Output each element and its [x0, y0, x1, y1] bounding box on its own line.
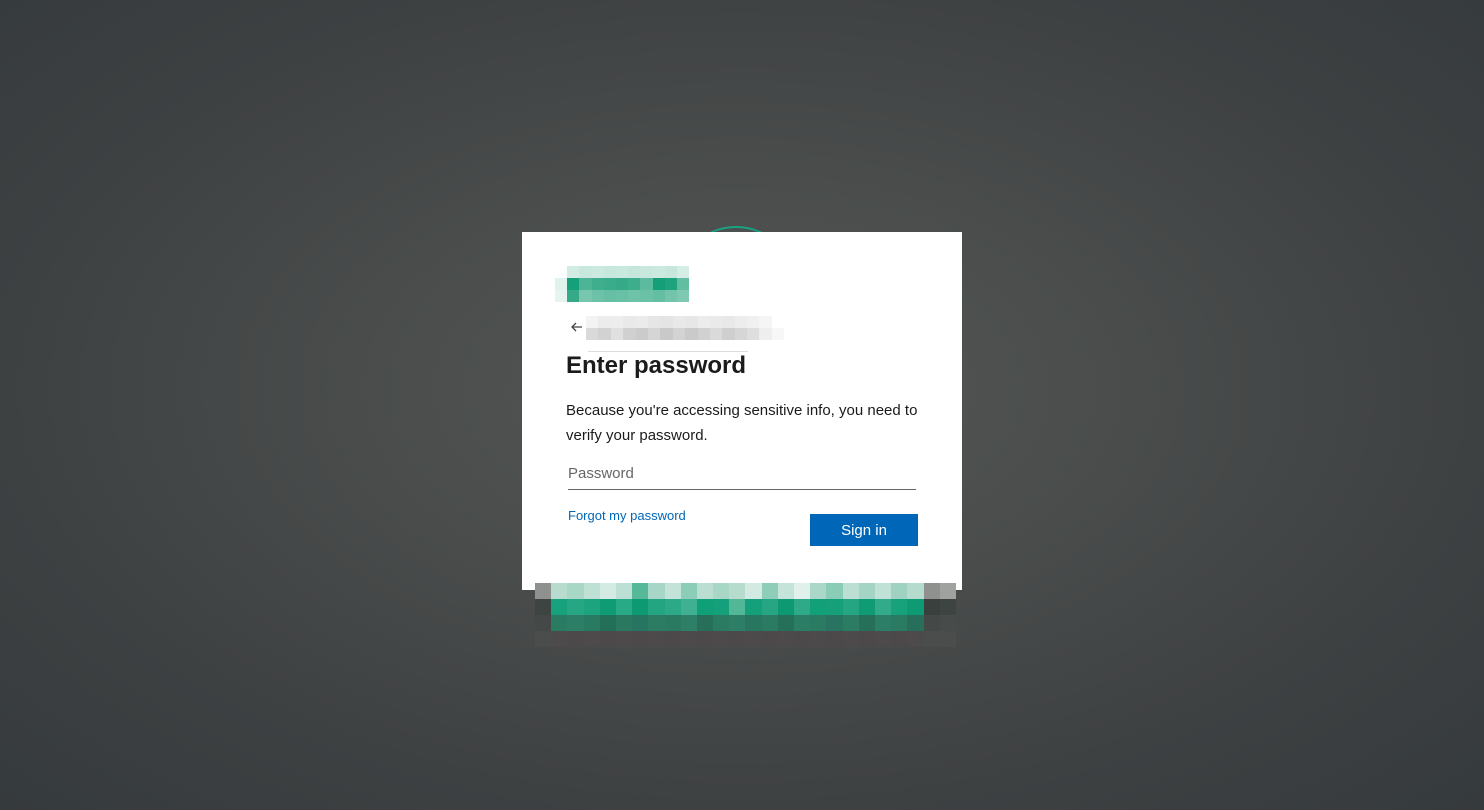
account-email-redacted [586, 316, 785, 340]
forgot-password-link[interactable]: Forgot my password [568, 508, 686, 523]
brand-banner-redacted [535, 583, 956, 647]
password-input[interactable] [568, 458, 916, 490]
page-description: Because you're accessing sensitive info,… [566, 402, 918, 444]
arrow-left-icon[interactable] [570, 320, 584, 334]
account-back-row[interactable] [566, 314, 786, 340]
sign-in-card: Enter password Because you're accessing … [522, 232, 962, 590]
page-title: Enter password [566, 352, 747, 379]
brand-logo [555, 266, 690, 302]
sign-in-button[interactable]: Sign in [810, 514, 918, 546]
